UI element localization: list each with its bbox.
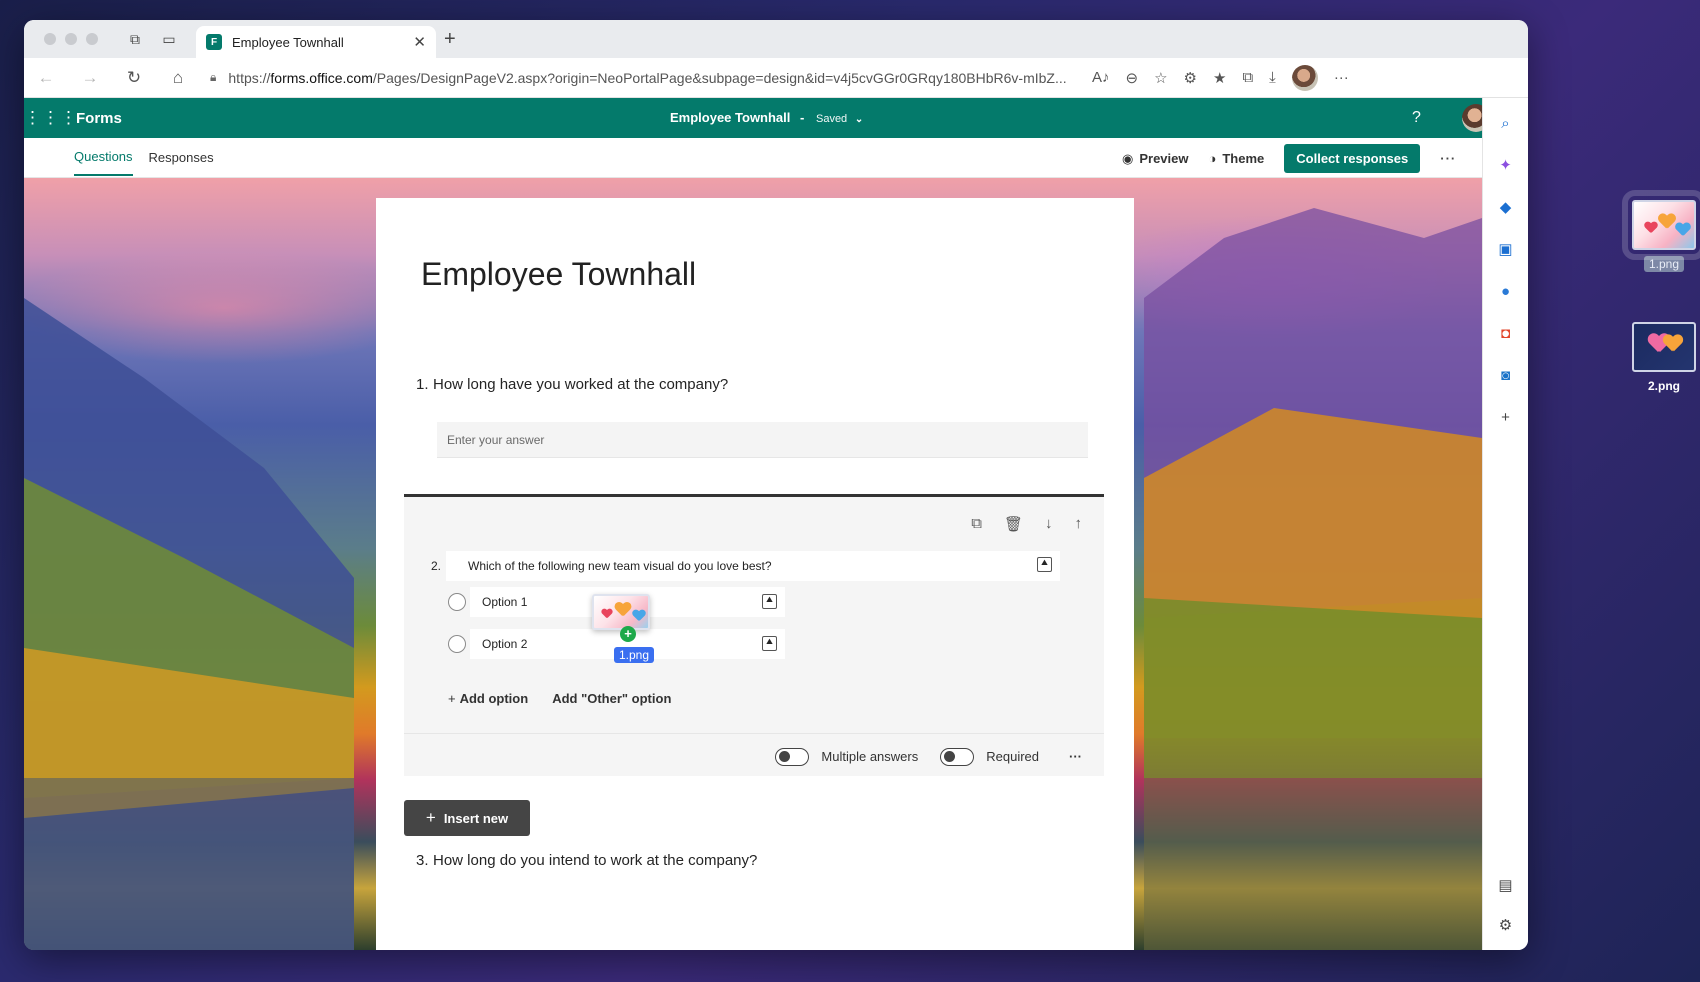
tab-actions-icon[interactable]: ▭ <box>158 28 180 50</box>
url-field[interactable]: 🔒︎ https://forms.office.com/Pages/Design… <box>200 63 1080 93</box>
question-1-number: 1. <box>416 376 429 393</box>
shopping-tag-icon[interactable]: ◆ <box>1495 196 1517 218</box>
question-3-text[interactable]: How long do you intend to work at the co… <box>433 852 757 869</box>
palette-icon: ◑ <box>1208 151 1217 166</box>
new-tab-icon[interactable]: + <box>444 28 456 51</box>
home-icon[interactable]: ⌂ <box>156 68 200 88</box>
collect-responses-button[interactable]: Collect responses <box>1284 144 1421 173</box>
form-title[interactable]: Employee Townhall <box>421 256 696 293</box>
add-favorite-icon[interactable]: ☆ <box>1154 69 1167 87</box>
drop-copy-icon: + <box>620 626 636 642</box>
option-2-radio[interactable] <box>448 635 466 653</box>
drag-file-label: 1.png <box>614 647 655 663</box>
add-sidebar-app-icon[interactable]: + <box>1495 406 1517 428</box>
forms-logo-icon: F <box>206 34 222 50</box>
tab-strip: ⧉ ▭ F Employee Townhall ✕ + <box>24 20 1528 58</box>
question-2-editor: ⧉ 🗑︎ ↓ ↑ 2. Which of the following new t… <box>404 494 1104 776</box>
insert-media-icon[interactable]: ⛰ <box>1037 557 1052 572</box>
option-1-image-icon[interactable]: ⛰ <box>762 594 777 609</box>
question-3-number: 3. <box>416 852 429 869</box>
question-2-number: 2. <box>431 559 442 573</box>
edge-sidebar: ⌕ ✦ ◆ ▣ ● ◘ ◙ + ▤ ⚙ <box>1482 98 1528 950</box>
option-2-image-icon[interactable]: ⛰ <box>762 636 777 651</box>
plus-icon: + <box>425 808 436 827</box>
eye-icon: ◉ <box>1122 150 1134 166</box>
workspaces-icon[interactable]: ⧉ <box>124 28 146 50</box>
sidebar-settings-icon[interactable]: ⚙ <box>1495 914 1517 936</box>
extensions-icon[interactable]: ⚙ <box>1184 69 1197 87</box>
read-aloud-icon[interactable]: A♪ <box>1092 69 1110 86</box>
tab-title: Employee Townhall <box>232 34 344 50</box>
browser-window: ⧉ ▭ F Employee Townhall ✕ + ← → ↻ ⌂ 🔒︎ h… <box>24 20 1528 950</box>
delete-question-icon[interactable]: 🗑︎ <box>1004 515 1023 533</box>
chevron-down-icon: ⌄ <box>854 114 864 125</box>
tab-questions[interactable]: Questions <box>74 139 133 176</box>
move-up-icon[interactable]: ↑ <box>1075 515 1083 533</box>
search-icon[interactable]: ⌕ <box>1495 112 1517 134</box>
app-launcher-icon[interactable]: ⋮⋮⋮ <box>24 108 77 128</box>
close-window-icon[interactable] <box>44 33 56 45</box>
help-icon[interactable]: ? <box>1412 109 1421 127</box>
option-1-radio[interactable] <box>448 593 466 611</box>
office-icon[interactable]: ◘ <box>1495 322 1517 344</box>
command-bar: Questions Responses ◉ Preview ◑ Theme Coll… <box>24 138 1482 178</box>
question-more-icon[interactable]: ··· <box>1069 749 1082 764</box>
file-label: 2.png <box>1648 379 1680 393</box>
window-controls[interactable] <box>44 33 98 45</box>
back-icon[interactable]: ← <box>24 68 68 88</box>
answer-input[interactable]: Enter your answer <box>437 422 1088 458</box>
add-option-button[interactable]: + Add option <box>448 691 528 706</box>
desktop-file-2[interactable]: 2.png <box>1632 322 1696 394</box>
form-card: Employee Townhall 1. How long have you w… <box>376 198 1134 950</box>
games-icon[interactable]: ● <box>1495 280 1517 302</box>
plus-icon: + <box>448 691 456 706</box>
lock-icon: 🔒︎ <box>210 70 217 84</box>
file-label: 1.png <box>1643 256 1685 272</box>
profile-avatar[interactable] <box>1291 64 1318 91</box>
save-status: Saved <box>815 113 848 125</box>
tab-responses[interactable]: Responses <box>149 140 214 175</box>
copy-question-icon[interactable]: ⧉ <box>971 515 982 533</box>
copilot-icon[interactable]: ✦ <box>1495 154 1517 176</box>
desktop-file-1[interactable]: 1.png <box>1622 190 1700 272</box>
question-1-text[interactable]: How long have you worked at the company? <box>433 376 728 393</box>
refresh-icon[interactable]: ↻ <box>112 68 156 88</box>
maximize-window-icon[interactable] <box>86 33 98 45</box>
close-tab-icon[interactable]: ✕ <box>413 33 426 51</box>
move-down-icon[interactable]: ↓ <box>1045 515 1053 533</box>
downloads-icon[interactable]: ⤓ <box>1269 69 1276 86</box>
file-thumbnail <box>1622 190 1700 260</box>
insert-new-button[interactable]: + Insert new <box>404 800 530 836</box>
question-footer: Multiple answers Required ··· <box>404 733 1104 779</box>
drag-image-preview <box>592 594 650 630</box>
add-other-option-button[interactable]: Add "Other" option <box>552 691 671 706</box>
preview-button[interactable]: ◉ Preview <box>1122 151 1189 167</box>
favorites-icon[interactable]: ★ <box>1213 69 1226 87</box>
multiple-answers-label: Multiple answers <box>821 749 919 764</box>
required-toggle[interactable] <box>940 747 975 766</box>
theme-button[interactable]: ◑ Theme <box>1209 151 1265 166</box>
settings-more-icon[interactable]: ··· <box>1334 69 1349 86</box>
outlook-icon[interactable]: ◙ <box>1495 364 1517 386</box>
tab-employee-townhall[interactable]: F Employee Townhall ✕ <box>196 26 436 58</box>
collections-icon[interactable]: ⧉ <box>1242 69 1253 86</box>
forms-app-header: ⋮⋮⋮ Forms Employee Townhall - Saved ⌄ ? <box>24 98 1528 138</box>
address-bar: ← → ↻ ⌂ 🔒︎ https://forms.office.com/Page… <box>24 58 1528 98</box>
hide-sidebar-icon[interactable]: ▤ <box>1495 874 1517 896</box>
minimize-window-icon[interactable] <box>65 33 77 45</box>
required-label: Required <box>986 749 1039 764</box>
tools-icon[interactable]: ▣ <box>1495 238 1517 260</box>
multiple-answers-toggle[interactable] <box>775 747 810 766</box>
question-2-text-field[interactable]: Which of the following new team visual d… <box>446 551 1060 581</box>
file-thumbnail <box>1632 322 1696 372</box>
app-name[interactable]: Forms <box>76 110 122 127</box>
zoom-icon[interactable]: ⊖ <box>1126 69 1139 87</box>
forward-icon[interactable]: → <box>68 68 112 88</box>
more-options-icon[interactable]: ··· <box>1440 151 1456 166</box>
form-name-header[interactable]: Employee Townhall - Saved ⌄ <box>670 110 863 125</box>
